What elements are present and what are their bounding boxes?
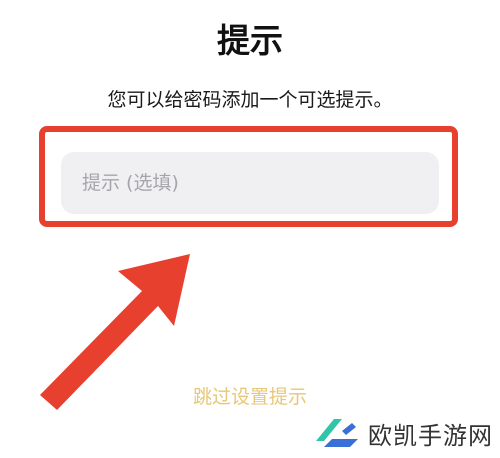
hint-input[interactable] (61, 152, 439, 214)
page-subtitle: 您可以给密码添加一个可选提示。 (107, 89, 393, 111)
watermark-logo-icon (316, 419, 358, 447)
skip-hint-link[interactable]: 跳过设置提示 (0, 383, 500, 411)
page-title: 提示 (217, 21, 283, 60)
watermark: 欧凯手游网 (312, 413, 493, 453)
watermark-text: 欧凯手游网 (368, 421, 493, 450)
